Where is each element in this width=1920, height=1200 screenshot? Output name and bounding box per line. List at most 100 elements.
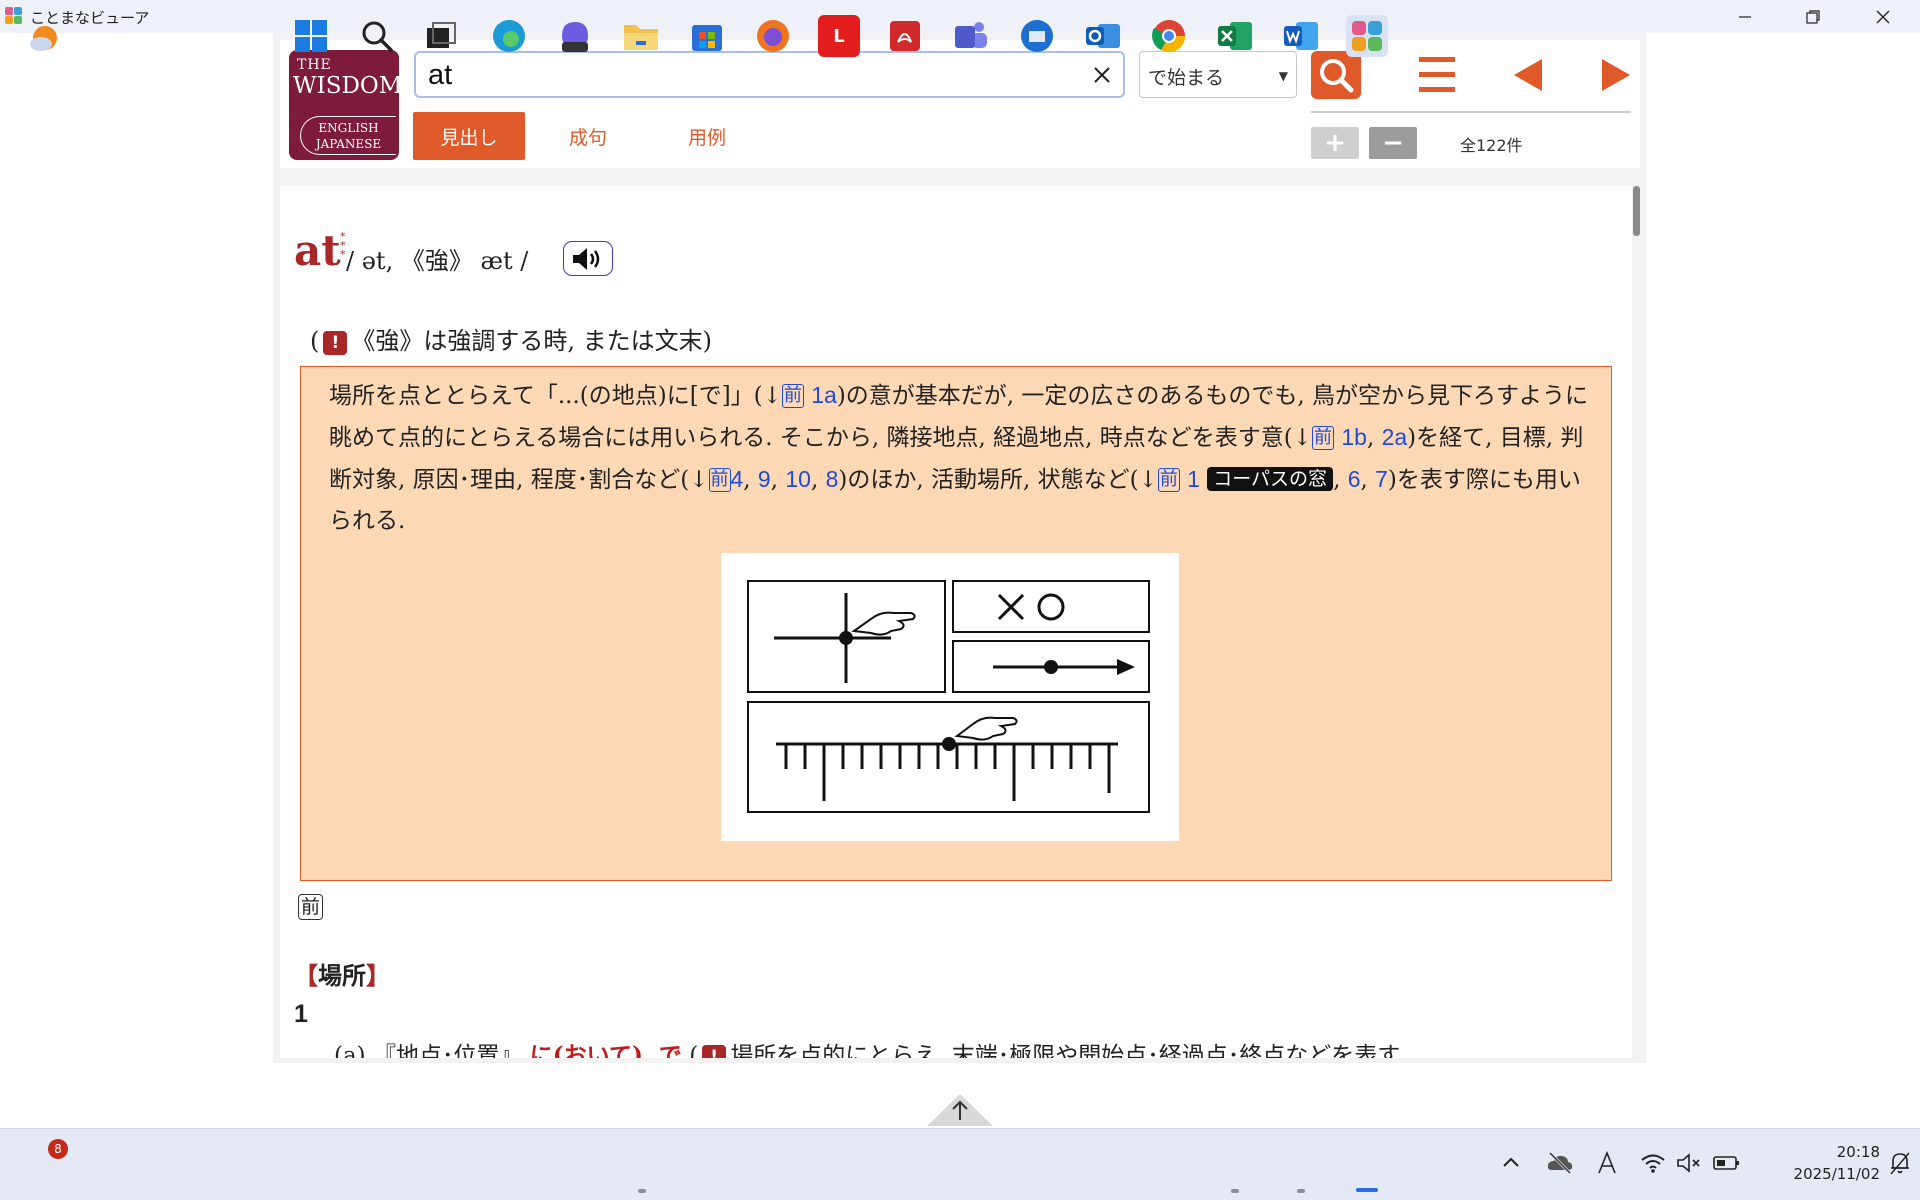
- taskbar-edge[interactable]: [488, 15, 530, 57]
- comma: ,: [743, 467, 758, 493]
- pos-preposition: 前: [298, 894, 324, 920]
- logo-wisdom: WISDOM: [293, 73, 399, 99]
- sense-link[interactable]: 7: [1375, 466, 1388, 492]
- restore-button[interactable]: [1778, 0, 1848, 33]
- close-icon: [1876, 10, 1890, 23]
- taskbar-word[interactable]: [1280, 15, 1322, 57]
- previous-entry-button[interactable]: [1510, 55, 1546, 95]
- running-indicator: [1297, 1189, 1305, 1193]
- weather-badge: 8: [48, 1139, 68, 1159]
- zoom-out-button[interactable]: −: [1369, 127, 1417, 159]
- scrollbar-thumb[interactable]: [1633, 186, 1640, 236]
- volume-muted-icon[interactable]: [1676, 1152, 1702, 1174]
- taskbar-firefox[interactable]: [752, 15, 794, 57]
- comma: ,: [770, 467, 786, 493]
- menu-button[interactable]: [1415, 55, 1459, 95]
- taskbar-outlook[interactable]: [1082, 15, 1124, 57]
- teams-icon: [955, 22, 987, 48]
- m365-icon: [562, 22, 588, 52]
- tab-headword[interactable]: 見出し: [413, 112, 525, 160]
- taskbar-chrome[interactable]: [1148, 15, 1190, 57]
- chevron-up-icon[interactable]: [1500, 1152, 1522, 1174]
- app-icon: [1352, 21, 1382, 51]
- toolbar-divider: [1311, 111, 1631, 113]
- close-button[interactable]: [1848, 0, 1918, 33]
- sense-link[interactable]: 9: [758, 466, 771, 492]
- sense-label: (a) 『地点･位置』: [334, 1043, 523, 1058]
- minimize-icon: [1739, 15, 1751, 18]
- task-view-icon: [427, 22, 456, 48]
- weather-widget[interactable]: [24, 15, 66, 57]
- taskbar-m365[interactable]: [554, 15, 596, 57]
- minimize-button[interactable]: [1710, 0, 1780, 33]
- chrome-icon: [1152, 20, 1186, 53]
- input-method-icon[interactable]: [1596, 1150, 1618, 1176]
- taskbar-search[interactable]: [356, 15, 398, 57]
- core-p1: 場所を点ととらえて「...(の地点)に[で]」(↓: [329, 383, 782, 409]
- clear-search-button[interactable]: [1089, 62, 1115, 88]
- taskbar-start[interactable]: [290, 15, 332, 57]
- taskbar-store[interactable]: [686, 15, 728, 57]
- taskbar-pdf[interactable]: [884, 15, 926, 57]
- restore-icon: [1806, 9, 1820, 24]
- edge-icon: [493, 20, 525, 52]
- comma: ,: [810, 467, 826, 493]
- search-input[interactable]: [428, 59, 1068, 91]
- system-clock[interactable]: 20:18 2025/11/02: [1760, 1141, 1880, 1185]
- match-mode-select[interactable]: で始まる ▼: [1139, 51, 1297, 98]
- core-meaning-box: 場所を点ととらえて「...(の地点)に[で]」(↓ 前 1a)の意が基本だが, 一…: [300, 366, 1612, 881]
- entry-content: at * * * / ət, 《強》 æt / (! 《強》は強調する時, または文末…: [280, 186, 1632, 1058]
- sense-link[interactable]: 10: [785, 466, 811, 492]
- sense-link[interactable]: 2a: [1382, 424, 1408, 450]
- scroll-to-top-button[interactable]: [925, 1092, 995, 1128]
- logo-the: THE: [297, 57, 332, 73]
- core-p4: )のほか, 活動場所, 状態など(↓: [838, 467, 1158, 493]
- taskbar-excel[interactable]: [1214, 15, 1256, 57]
- excel-icon: [1218, 22, 1252, 50]
- pos-mark: 前: [708, 468, 731, 492]
- tab-phrase[interactable]: 成句: [545, 112, 631, 160]
- sense-link[interactable]: 1: [1187, 466, 1200, 492]
- taskbar-task-view[interactable]: [420, 15, 462, 57]
- wifi-icon[interactable]: [1640, 1152, 1666, 1174]
- tab-example[interactable]: 用例: [664, 112, 750, 160]
- store-icon: [692, 25, 722, 51]
- windows-icon: [295, 20, 327, 52]
- next-entry-button[interactable]: [1598, 55, 1634, 95]
- headword: at: [294, 226, 341, 275]
- corpus-window-link[interactable]: コーパスの窓: [1207, 467, 1334, 491]
- bracket-open: 【: [294, 961, 318, 990]
- section-heading: 【場所】: [294, 956, 390, 991]
- note-open: (: [310, 327, 320, 355]
- taskbar-kotomana-viewer[interactable]: [1346, 15, 1388, 57]
- taskbar-teams[interactable]: [950, 15, 992, 57]
- sense-link[interactable]: 4: [731, 466, 744, 492]
- match-mode-value: で始まる: [1148, 67, 1225, 89]
- taskbar-lexi[interactable]: L: [818, 15, 860, 57]
- sense-link[interactable]: 6: [1348, 466, 1361, 492]
- zoom-in-button[interactable]: +: [1311, 127, 1359, 159]
- sense-note: 場所を点的にとらえ, 末端･極限や開始点･経過点･終点などを表す: [730, 1043, 1401, 1058]
- clear-icon: [1094, 67, 1110, 83]
- search-button[interactable]: [1311, 51, 1361, 99]
- sense-link[interactable]: 8: [826, 466, 839, 492]
- hamburger-icon: [1419, 57, 1455, 92]
- sense-link[interactable]: 1a: [811, 382, 837, 408]
- folder-icon: [624, 25, 658, 50]
- firefox-icon: [757, 20, 789, 52]
- core-image-diagram: [721, 553, 1179, 841]
- sense-link[interactable]: 1b: [1341, 424, 1367, 450]
- bracket-close: 】: [366, 961, 390, 990]
- translation: , で: [642, 1042, 682, 1058]
- comma: ,: [1333, 467, 1348, 493]
- search-box: [414, 51, 1125, 98]
- comma: ,: [1360, 467, 1376, 493]
- notification-bell-icon[interactable]: [1888, 1150, 1912, 1176]
- app-icon: [5, 7, 22, 24]
- logo-line2: JAPANESE: [315, 137, 382, 151]
- play-audio-button[interactable]: [563, 241, 613, 276]
- onedrive-offline-icon[interactable]: [1546, 1150, 1574, 1176]
- taskbar-explorer[interactable]: [620, 15, 662, 57]
- taskbar-thunderbird[interactable]: [1016, 15, 1058, 57]
- battery-icon[interactable]: [1712, 1153, 1742, 1173]
